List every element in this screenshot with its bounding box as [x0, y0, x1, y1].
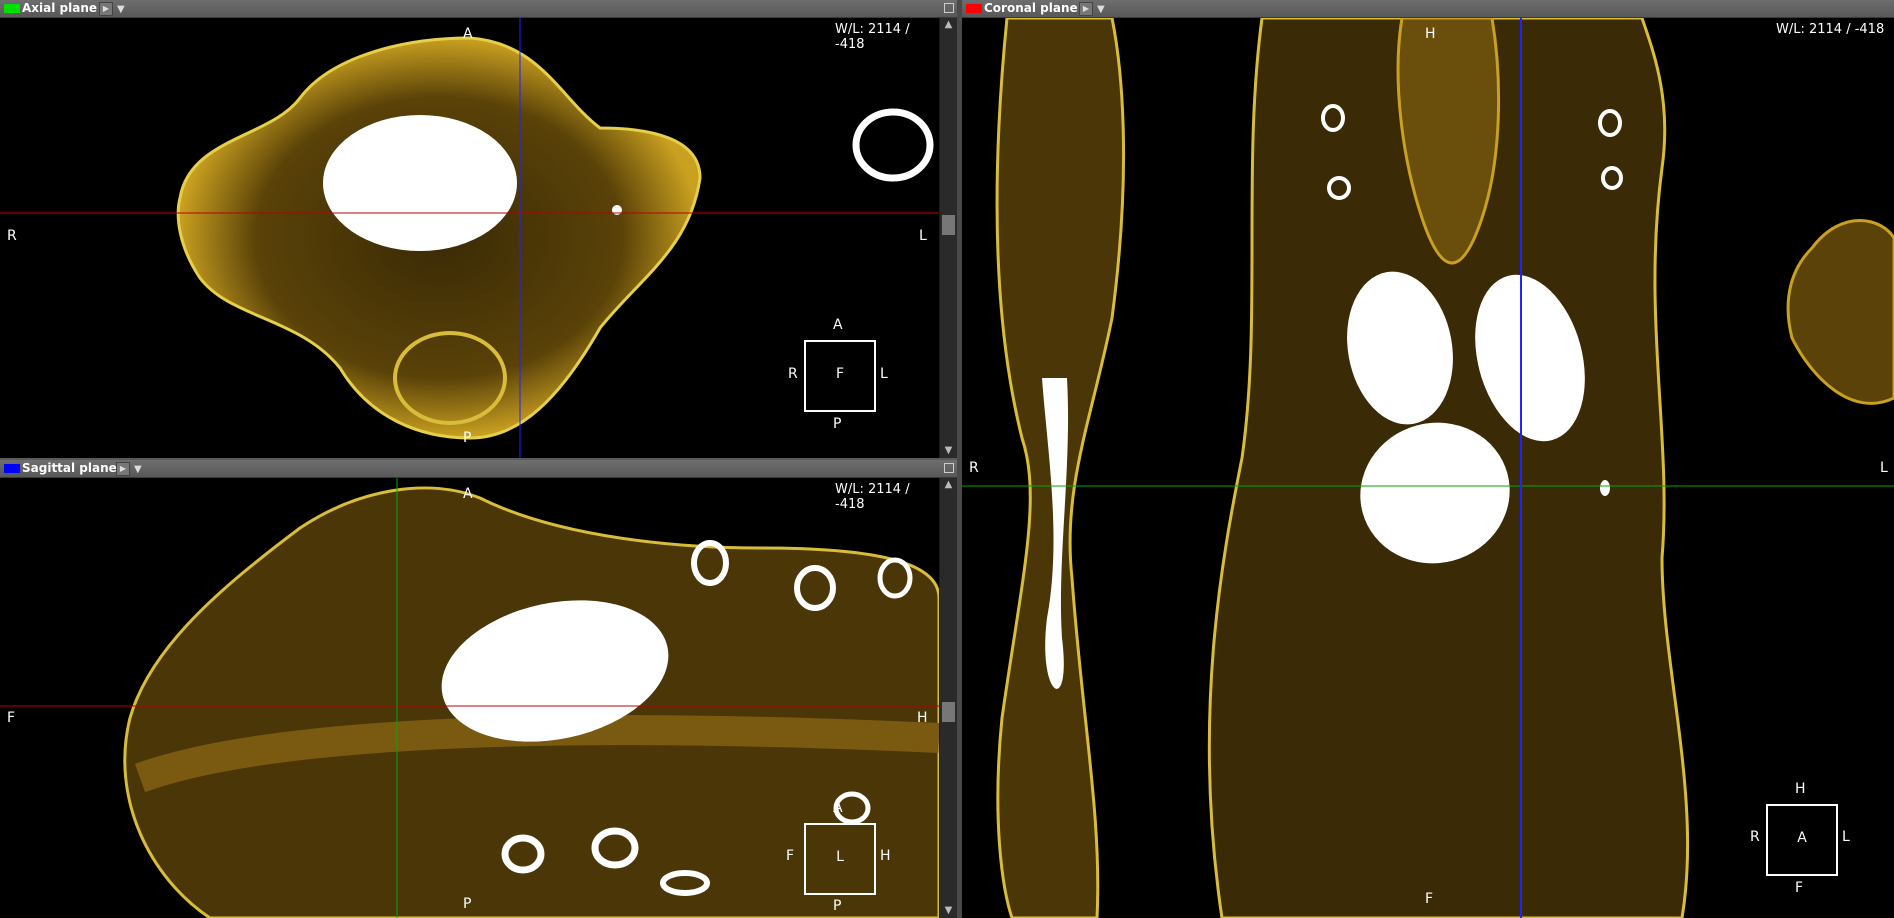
axial-window-level: W/L: 2114 / -418: [835, 22, 910, 52]
axial-orient-top: A: [463, 26, 473, 42]
sagittal-orient-top: A: [463, 486, 473, 502]
scroll-down-icon[interactable]: ▼: [940, 444, 957, 458]
sagittal-titlebar: Sagittal plane ▶ ▼: [0, 460, 957, 478]
coronal-viewport[interactable]: H F R L W/L: 2114 / -418 A H F R L: [962, 18, 1894, 918]
coronal-window-level: W/L: 2114 / -418: [1776, 22, 1885, 37]
maximize-icon[interactable]: [944, 463, 954, 473]
sagittal-window-level: W/L: 2114 / -418: [835, 482, 910, 512]
coronal-orientation-box: A: [1766, 804, 1838, 876]
sagittal-scroll-thumb[interactable]: [942, 702, 955, 722]
axial-orient-bottom: P: [463, 430, 472, 446]
scroll-down-icon[interactable]: ▼: [940, 904, 957, 918]
axial-color-swatch: [4, 4, 20, 13]
axial-titlebar: Axial plane ▶ ▼: [0, 0, 957, 18]
axial-image: [0, 18, 939, 458]
coronal-color-swatch: [966, 4, 982, 13]
axial-pane[interactable]: Axial plane ▶ ▼ A P R L W/L: 2114 / -418…: [0, 0, 957, 458]
sagittal-box-left: F: [786, 848, 795, 864]
axial-box-bottom: P: [833, 416, 842, 432]
sagittal-scrollbar[interactable]: ▲ ▼: [939, 478, 957, 918]
coronal-box-bottom: F: [1795, 880, 1804, 896]
axial-orient-left: R: [7, 228, 17, 244]
sagittal-image: [0, 478, 939, 918]
axial-orient-right: L: [919, 228, 927, 244]
coronal-box-top: H: [1795, 781, 1806, 797]
coronal-titlebar: Coronal plane ▶ ▼: [962, 0, 1894, 18]
coronal-box-left: R: [1750, 829, 1760, 845]
sagittal-box-top: A: [833, 800, 843, 816]
axial-viewport[interactable]: A P R L W/L: 2114 / -418 F A P R L: [0, 18, 939, 458]
sagittal-color-swatch: [4, 464, 20, 473]
chevron-down-icon[interactable]: ▼: [134, 461, 142, 478]
sagittal-orient-right: H: [917, 710, 928, 726]
sagittal-box-right: H: [880, 848, 891, 864]
axial-orientation-box: F: [804, 340, 876, 412]
axial-scroll-thumb[interactable]: [942, 215, 955, 235]
play-icon[interactable]: ▶: [99, 2, 113, 16]
coronal-orient-left: R: [969, 460, 979, 476]
sagittal-pane[interactable]: Sagittal plane ▶ ▼ A P F H W/L: 2114 / -…: [0, 460, 957, 918]
coronal-box-right: L: [1842, 829, 1850, 845]
sagittal-box-bottom: P: [833, 898, 842, 914]
sagittal-orientation-box: L: [804, 823, 876, 895]
axial-title: Axial plane: [22, 1, 98, 15]
chevron-down-icon[interactable]: ▼: [1097, 1, 1105, 18]
coronal-title: Coronal plane: [984, 1, 1078, 15]
scroll-up-icon[interactable]: ▲: [940, 478, 957, 492]
axial-box-top: A: [833, 317, 843, 333]
play-icon[interactable]: ▶: [1079, 2, 1093, 16]
sagittal-title: Sagittal plane: [22, 461, 117, 475]
horizontal-divider[interactable]: [0, 458, 957, 460]
coronal-orient-top: H: [1425, 26, 1436, 42]
sagittal-viewport[interactable]: A P F H W/L: 2114 / -418 L A P F H: [0, 478, 939, 918]
axial-scrollbar[interactable]: ▲ ▼: [939, 18, 957, 458]
maximize-icon[interactable]: [944, 3, 954, 13]
sagittal-orient-bottom: P: [463, 896, 472, 912]
play-icon[interactable]: ▶: [116, 462, 130, 476]
scroll-up-icon[interactable]: ▲: [940, 18, 957, 32]
coronal-pane[interactable]: Coronal plane ▶ ▼ H F R L W/L: 2114 / -4…: [962, 0, 1894, 918]
sagittal-orient-left: F: [7, 710, 16, 726]
chevron-down-icon[interactable]: ▼: [117, 1, 125, 18]
coronal-orient-right: L: [1880, 460, 1888, 476]
coronal-image: [962, 18, 1894, 918]
coronal-orient-bottom: F: [1425, 891, 1434, 907]
axial-box-left: R: [788, 366, 798, 382]
axial-box-right: L: [880, 366, 888, 382]
